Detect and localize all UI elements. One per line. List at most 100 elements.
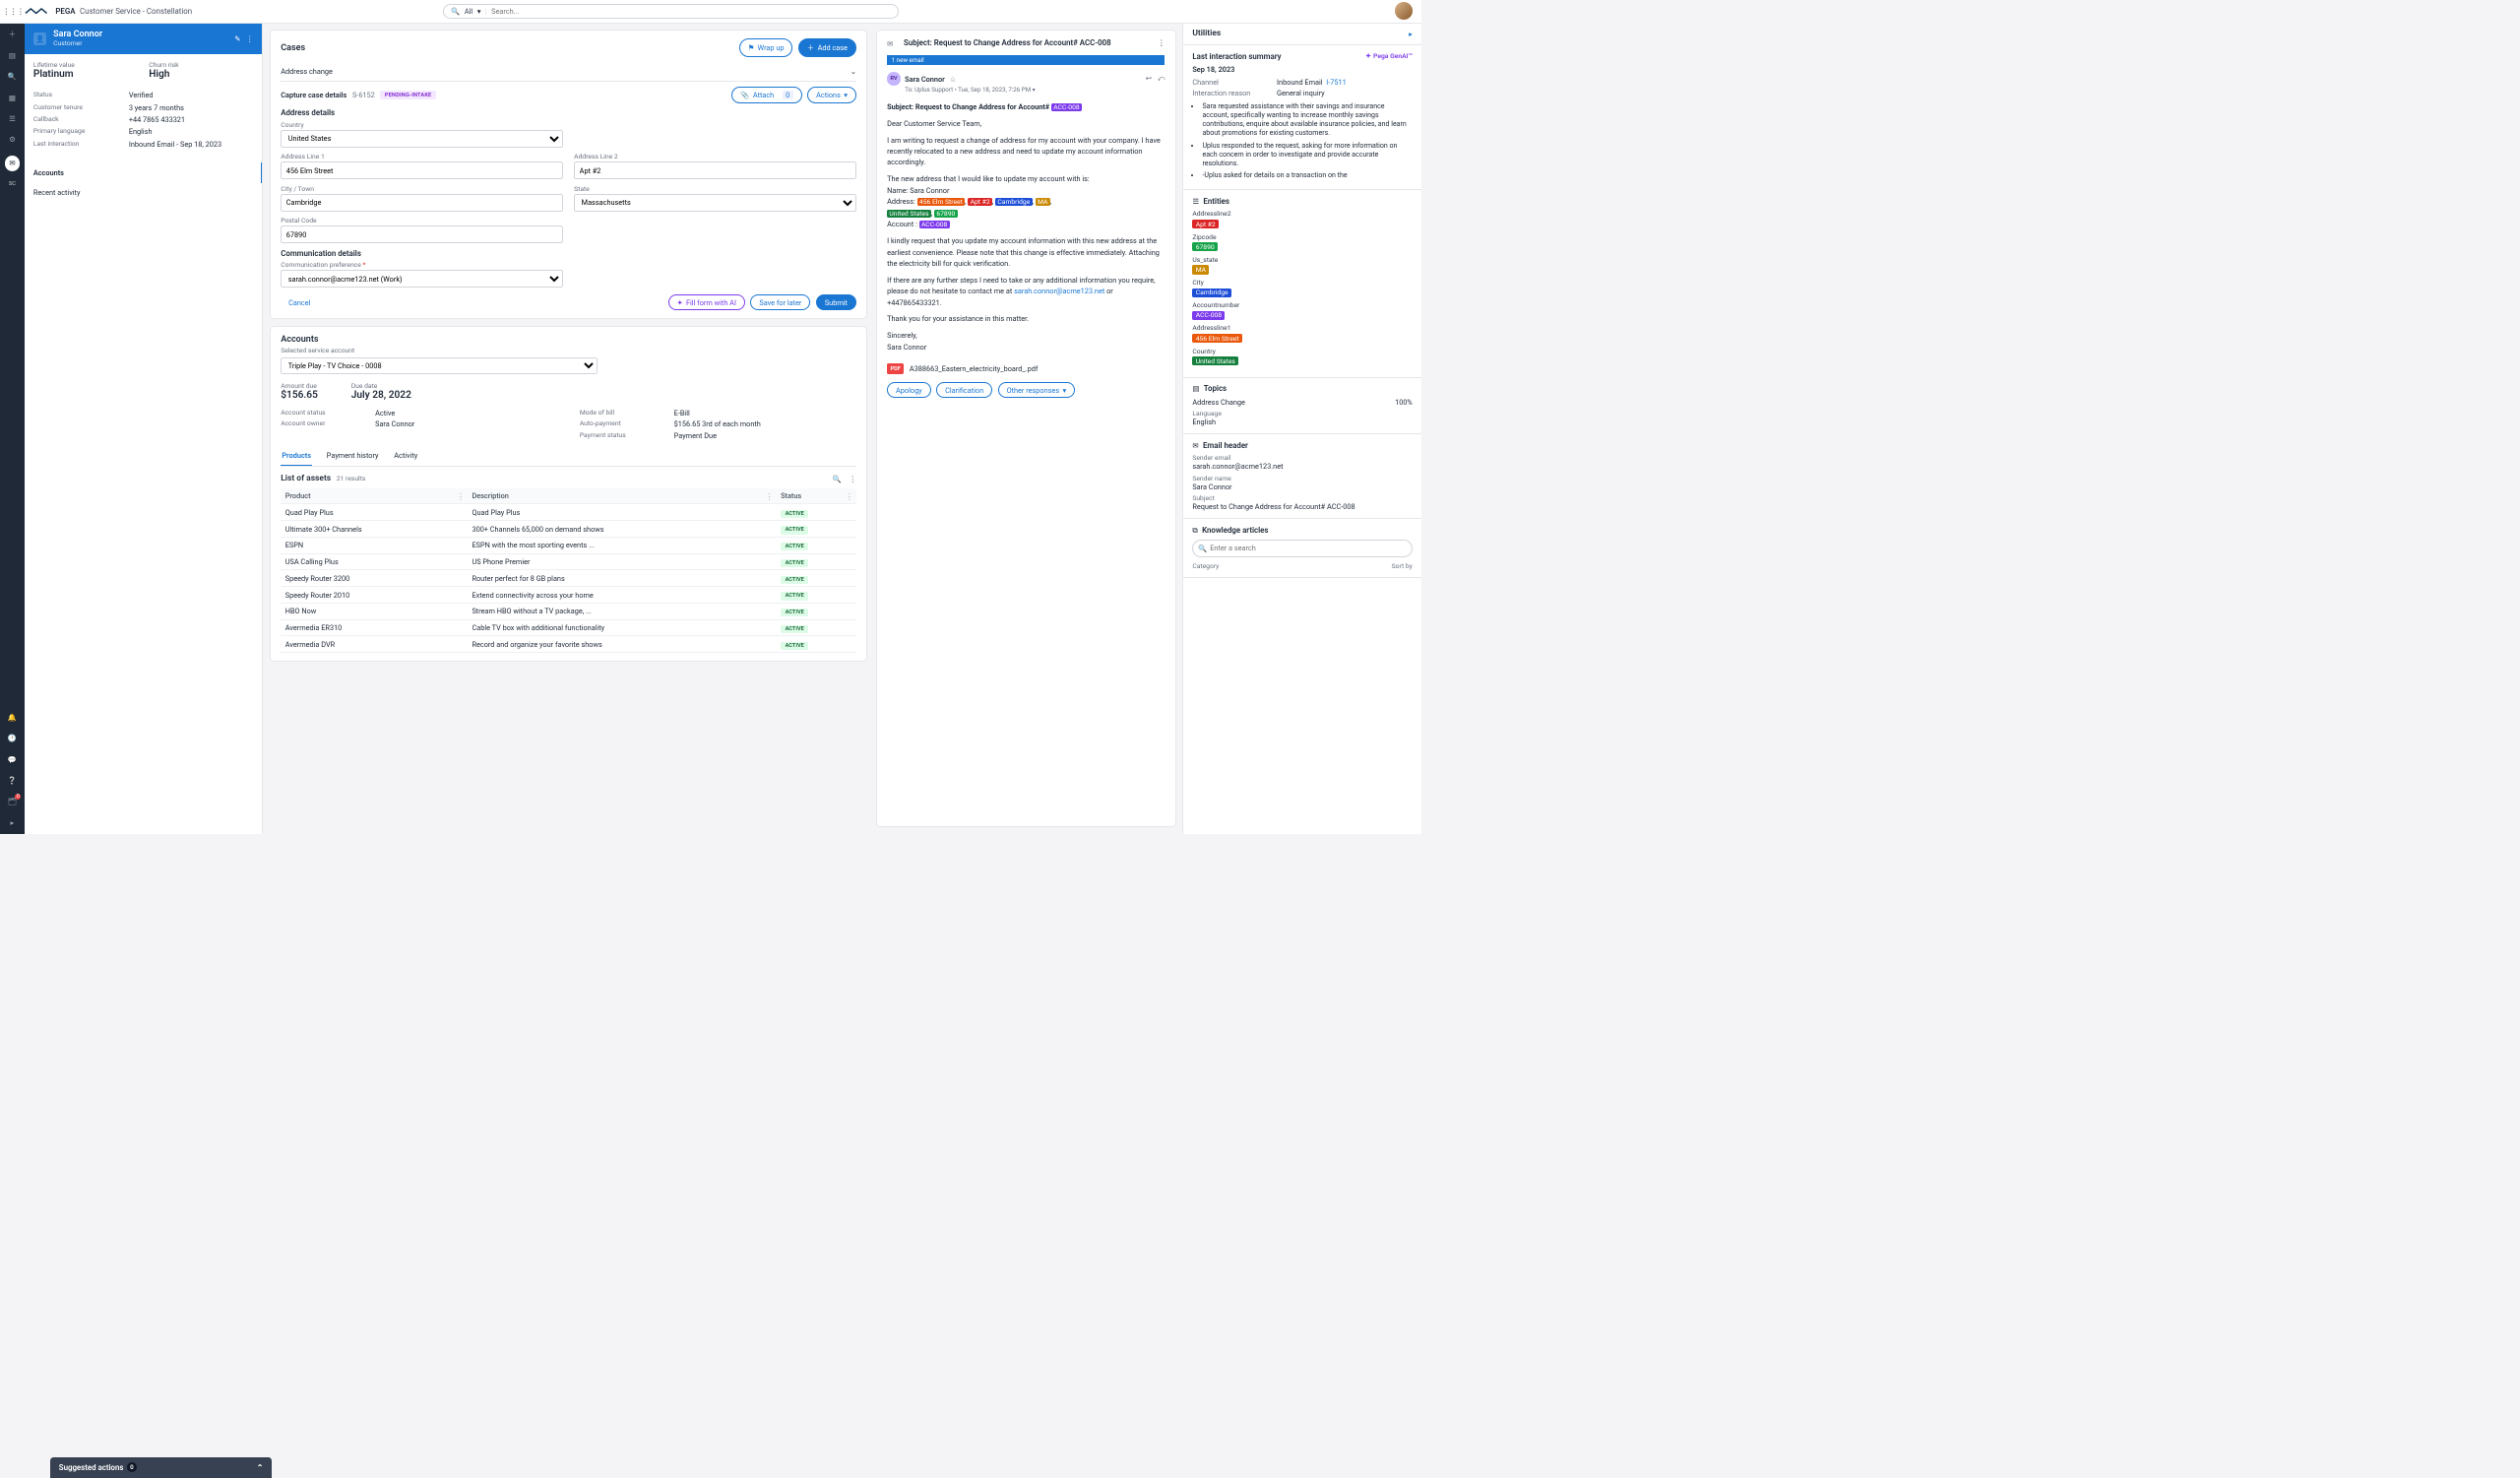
- list-rail-icon[interactable]: ☰: [7, 113, 18, 124]
- tab-payment-history[interactable]: Payment history: [326, 445, 380, 466]
- entity-item: Us_stateMA: [1192, 256, 1412, 275]
- user-avatar[interactable]: [1395, 2, 1413, 20]
- search-icon[interactable]: 🔍: [833, 475, 842, 483]
- inbox-icon[interactable]: 🗂0: [7, 796, 18, 806]
- help-icon[interactable]: ❔: [7, 775, 18, 786]
- email-subject-header: Subject: Request to Change Address for A…: [904, 38, 1152, 47]
- country-select[interactable]: United States: [281, 130, 562, 148]
- apps-rail-icon[interactable]: ▦: [7, 93, 18, 103]
- submit-button[interactable]: Submit: [816, 294, 856, 311]
- reply-icon[interactable]: ↩: [1146, 74, 1152, 84]
- column-menu-icon[interactable]: ⋮: [846, 491, 852, 500]
- add-icon[interactable]: ＋: [7, 29, 18, 39]
- accounts-title: Accounts: [281, 335, 856, 345]
- wrap-up-button[interactable]: ⚑Wrap up: [739, 38, 793, 57]
- table-row[interactable]: Speedy Router 2010Extend connectivity ac…: [281, 587, 856, 604]
- capture-label: Capture case details: [281, 91, 346, 99]
- entity-item: Addressline1456 Elm Street: [1192, 324, 1412, 343]
- mail-icon: ✉: [887, 39, 898, 50]
- chevron-down-icon[interactable]: ▾: [1033, 86, 1036, 94]
- tab-products[interactable]: Products: [281, 445, 312, 466]
- save-later-button[interactable]: Save for later: [750, 294, 810, 311]
- attach-button[interactable]: 📎Attach 0: [731, 87, 801, 103]
- entity-item: Addressline2Apt #2: [1192, 210, 1412, 228]
- other-responses-button[interactable]: Other responses ▾: [998, 382, 1075, 399]
- comm-section-header: Communication details: [281, 249, 856, 258]
- collapse-rail-icon[interactable]: ▸: [7, 817, 18, 828]
- apps-grid-icon[interactable]: ⋮⋮⋮: [9, 7, 18, 16]
- sender-avatar: RV: [887, 72, 901, 86]
- chevron-down-icon[interactable]: ▾: [477, 7, 481, 16]
- amount-due: $156.65: [281, 390, 318, 401]
- more-icon[interactable]: ⋮: [850, 475, 856, 483]
- edit-icon[interactable]: ✎: [234, 34, 240, 43]
- table-row[interactable]: Speedy Router 3200Router perfect for 8 G…: [281, 570, 856, 587]
- clarification-button[interactable]: Clarification: [936, 382, 992, 399]
- apology-button[interactable]: Apology: [887, 382, 930, 399]
- bell-icon[interactable]: 🔔: [7, 712, 18, 723]
- customer-header: 👤 Sara Connor Customer ✎ ⋮: [25, 24, 263, 55]
- chevron-down-icon: ⌄: [850, 67, 856, 76]
- comm-pref-select[interactable]: sarah.connor@acme123.net (Work): [281, 270, 562, 288]
- table-row[interactable]: ESPNESPN with the most sporting events .…: [281, 537, 856, 553]
- dashboard-icon[interactable]: ▤: [7, 50, 18, 61]
- table-row[interactable]: HBO NowStream HBO without a TV package, …: [281, 603, 856, 619]
- tab-activity[interactable]: Activity: [393, 445, 418, 466]
- list-count: 21 results: [337, 475, 366, 482]
- pdf-icon: PDF: [887, 363, 904, 374]
- search-rail-icon[interactable]: 🔍: [7, 71, 18, 82]
- brand-logo: PEGA Customer Service - Constellation: [25, 6, 192, 17]
- global-search[interactable]: 🔍 All ▾ |: [443, 4, 898, 20]
- city-input[interactable]: [281, 194, 563, 212]
- chat-icon[interactable]: 💬: [7, 753, 18, 764]
- reply-all-icon[interactable]: ⤺: [1158, 74, 1166, 84]
- actions-button[interactable]: Actions ▾: [807, 87, 856, 103]
- email-rail-icon[interactable]: ✉: [5, 156, 21, 171]
- case-collapse-row[interactable]: Address change ⌄: [281, 63, 856, 82]
- table-row[interactable]: Avermedia DVRRecord and organize your fa…: [281, 636, 856, 653]
- lifetime-value-label: Lifetime value: [33, 61, 138, 69]
- attachment-row[interactable]: PDF A388663_Eastern_electricity_board_.p…: [887, 363, 1165, 374]
- clock-icon[interactable]: 🕐: [7, 733, 18, 743]
- cancel-button[interactable]: Cancel: [281, 295, 318, 310]
- sender-email-link[interactable]: sarah.connor@acme123.net: [1014, 287, 1104, 295]
- gear-icon[interactable]: ⚙: [7, 134, 18, 145]
- entity-addr1: 456 Elm Street: [917, 198, 965, 206]
- search-filter[interactable]: All: [465, 7, 472, 16]
- more-icon[interactable]: ⋮: [246, 34, 253, 43]
- addr2-input[interactable]: [574, 161, 856, 179]
- lifetime-value: Platinum: [33, 69, 138, 80]
- entity-addr2: Apt #2: [968, 198, 992, 206]
- email-panel: ✉ Subject: Request to Change Address for…: [876, 30, 1176, 826]
- case-id: S-6152: [352, 91, 375, 99]
- state-select[interactable]: Massachusetts: [574, 194, 856, 212]
- fill-ai-button[interactable]: ✦Fill form with AI: [668, 294, 745, 311]
- status-value: Verified: [129, 91, 154, 99]
- interaction-link[interactable]: I-7511: [1326, 78, 1347, 87]
- add-case-button[interactable]: ＋Add case: [798, 38, 856, 57]
- sidebar-item-recent[interactable]: Recent activity: [25, 183, 263, 203]
- entity-account: ACC-008: [919, 221, 950, 228]
- postal-input[interactable]: [281, 225, 563, 243]
- entity-item: CityCambridge: [1192, 279, 1412, 297]
- account-select[interactable]: Triple Play - TV Choice - 0008: [281, 357, 598, 375]
- sidebar-item-accounts[interactable]: Accounts: [25, 162, 263, 182]
- suggested-actions-bar[interactable]: Suggested actions 0 ⌃: [50, 1457, 273, 1478]
- addr1-input[interactable]: [281, 161, 563, 179]
- column-menu-icon[interactable]: ⋮: [457, 491, 464, 500]
- table-row[interactable]: Avermedia ER310Cable TV box with additio…: [281, 619, 856, 636]
- column-menu-icon[interactable]: ⋮: [766, 491, 773, 500]
- sparkle-icon: ✦: [676, 298, 682, 307]
- collapse-icon[interactable]: ▸: [1409, 30, 1413, 38]
- search-input[interactable]: [491, 7, 891, 16]
- more-icon[interactable]: ⋮: [1158, 38, 1165, 47]
- entity-city: Cambridge: [995, 198, 1032, 206]
- topics-title: Topics: [1204, 384, 1227, 393]
- table-row[interactable]: Quad Play PlusQuad Play PlusACTIVE: [281, 504, 856, 521]
- table-row[interactable]: Ultimate 300+ Channels300+ Channels 65,0…: [281, 521, 856, 538]
- utilities-panel: Utilities▸ Last interaction summary ✦Peg…: [1182, 24, 1421, 834]
- table-row[interactable]: USA Calling PlusUS Phone PremierACTIVE: [281, 553, 856, 570]
- ka-search-input[interactable]: [1192, 540, 1412, 557]
- entity-country: United States: [887, 210, 931, 218]
- chevron-down-icon: ▾: [844, 91, 848, 99]
